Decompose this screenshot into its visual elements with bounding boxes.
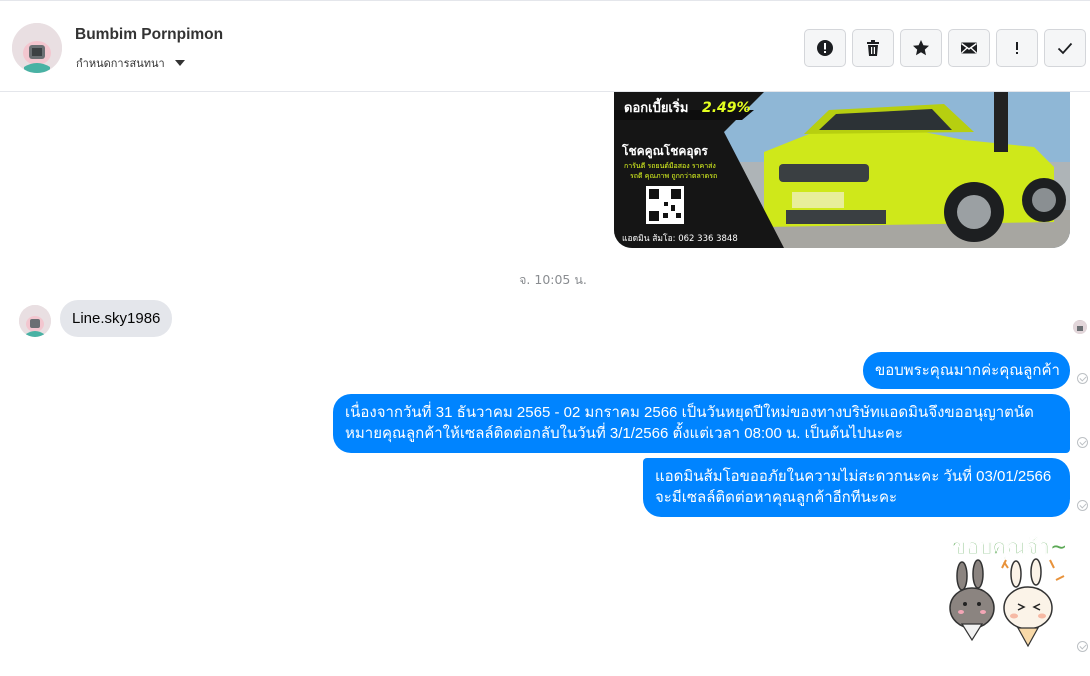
incoming-message[interactable]: Line.sky1986 [60, 300, 173, 337]
sent-status-icon [1077, 500, 1088, 511]
message-timestamp: จ. 10:05 น. [519, 272, 587, 287]
brand-line-2: รถดี คุณภาพ ถูกกว่าตลาดรถ [630, 172, 717, 180]
conversation-settings-dropdown[interactable]: กำหนดการสนทนา [76, 54, 185, 72]
sent-status-icon [1077, 641, 1088, 652]
alert-circle-icon [817, 40, 833, 56]
mark-unread-button[interactable] [948, 29, 990, 67]
sent-status-icon [1077, 437, 1088, 448]
contact-name[interactable]: Bumbim Pornpimon [75, 26, 223, 44]
envelope-icon [961, 42, 977, 54]
mark-done-button[interactable] [1044, 29, 1086, 67]
outgoing-message[interactable]: ขอบพระคุณมากค่ะคุณลูกค้า [863, 352, 1070, 389]
seen-indicator-avatar [1073, 320, 1087, 334]
contact-avatar[interactable] [12, 23, 62, 73]
message-line: แอดมินส้มโอขออภัยในความไม่สะดวกนะคะ วันท… [655, 468, 1052, 485]
brand-line-1: การันตี รถยนต์มือสอง ราคาส่ง [624, 162, 716, 170]
trash-icon [867, 40, 879, 56]
message-line: หมายคุณลูกค้าให้เซลล์ติดต่อกลับในวันที่ … [345, 425, 903, 442]
sticker-message[interactable]: ขอบคุณจ้า~ [944, 528, 1074, 650]
sticker-text: ขอบคุณจ้า~ [952, 535, 1068, 561]
report-button[interactable] [804, 29, 846, 67]
header-toolbar [804, 29, 1086, 67]
conversation-header: Bumbim Pornpimon กำหนดการสนทนา [0, 0, 1090, 92]
sender-avatar[interactable] [19, 305, 51, 337]
outgoing-message[interactable]: เนื่องจากวันที่ 31 ธันวาคม 2565 - 02 มกร… [333, 394, 1070, 453]
outgoing-message[interactable]: แอดมินส้มโอขออภัยในความไม่สะดวกนะคะ วันท… [643, 458, 1070, 517]
mark-important-button[interactable] [996, 29, 1038, 67]
brand-title: โชคคูณโชคอุดร [621, 143, 708, 159]
image-message[interactable]: ดอกเบี้ยเริ่ม 2.49% โชคคูณโชคอุดร การันต… [614, 92, 1070, 248]
promo-contact: แอดมิน ส้มโอ: 062 336 3848 [622, 233, 738, 244]
star-icon [913, 40, 929, 56]
delete-button[interactable] [852, 29, 894, 67]
message-line: จะมีเซลล์ติดต่อหาคุณลูกค้าอีกทีนะคะ [655, 489, 898, 506]
promo-rate: 2.49% [702, 100, 751, 116]
exclamation-icon [1016, 42, 1018, 54]
conversation-settings-label: กำหนดการสนทนา [76, 57, 165, 70]
message-thread[interactable]: ดอกเบี้ยเริ่ม 2.49% โชคคูณโชคอุดร การันต… [0, 92, 1090, 676]
chevron-down-icon [174, 60, 185, 66]
sent-status-icon [1077, 373, 1088, 384]
star-button[interactable] [900, 29, 942, 67]
message-line: เนื่องจากวันที่ 31 ธันวาคม 2565 - 02 มกร… [345, 404, 1034, 421]
check-icon [1057, 42, 1073, 55]
